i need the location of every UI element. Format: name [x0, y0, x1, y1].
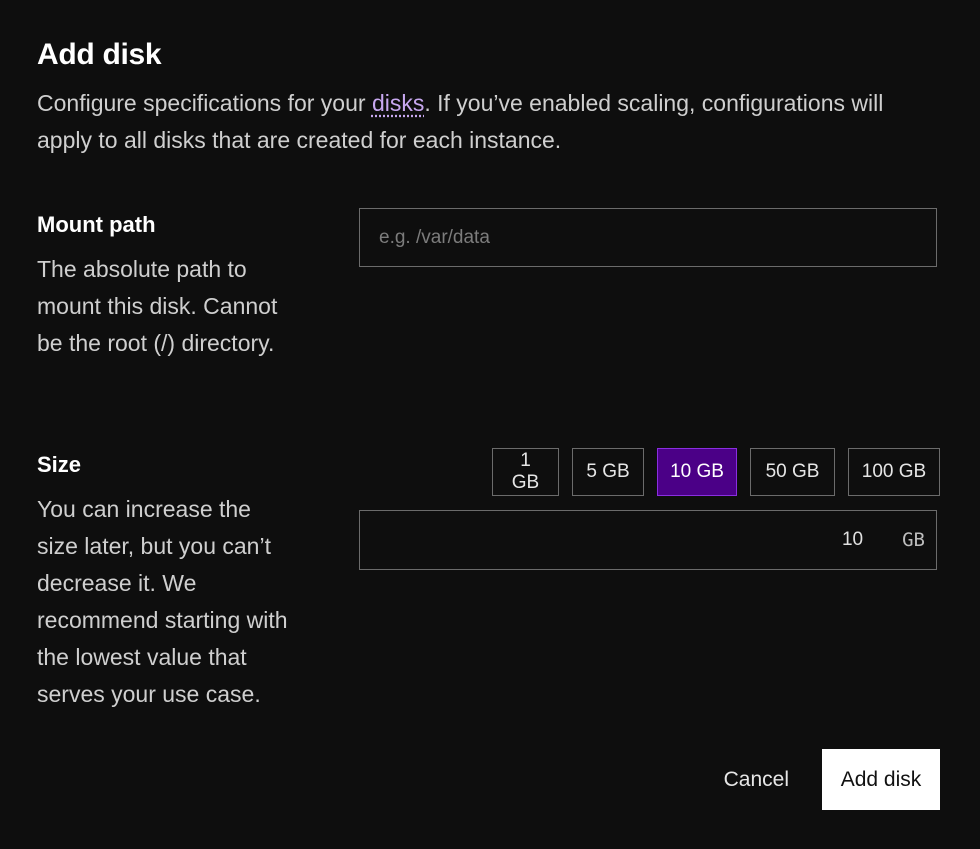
disks-link[interactable]: disks — [372, 90, 424, 116]
dialog-description: Configure specifications for your disks.… — [37, 85, 937, 159]
mount-path-field[interactable] — [359, 208, 937, 267]
dialog-actions: Cancel Add disk — [724, 749, 940, 810]
mount-path-help: The absolute path to mount this disk. Ca… — [37, 256, 278, 356]
size-field[interactable]: GB — [359, 510, 937, 570]
size-label: Size — [37, 452, 82, 477]
size-presets: 1 GB 5 GB 10 GB 50 GB 100 GB — [492, 448, 940, 496]
size-option-10gb[interactable]: 10 GB — [657, 448, 737, 496]
size-input-group: GB — [599, 511, 936, 569]
dialog-title: Add disk — [37, 38, 162, 71]
size-help: You can increase the size later, but you… — [37, 496, 288, 707]
cancel-button[interactable]: Cancel — [724, 768, 789, 792]
mount-path-label: Mount path — [37, 212, 156, 237]
description-prefix: Configure specifications for your — [37, 90, 372, 116]
mount-path-input[interactable] — [360, 209, 936, 266]
size-option-100gb[interactable]: 100 GB — [848, 448, 940, 496]
size-option-5gb[interactable]: 5 GB — [572, 448, 644, 496]
size-unit: GB — [902, 529, 925, 551]
size-option-50gb[interactable]: 50 GB — [750, 448, 835, 496]
size-input[interactable] — [599, 511, 883, 569]
size-option-1gb[interactable]: 1 GB — [492, 448, 559, 496]
add-disk-button[interactable]: Add disk — [822, 749, 940, 810]
